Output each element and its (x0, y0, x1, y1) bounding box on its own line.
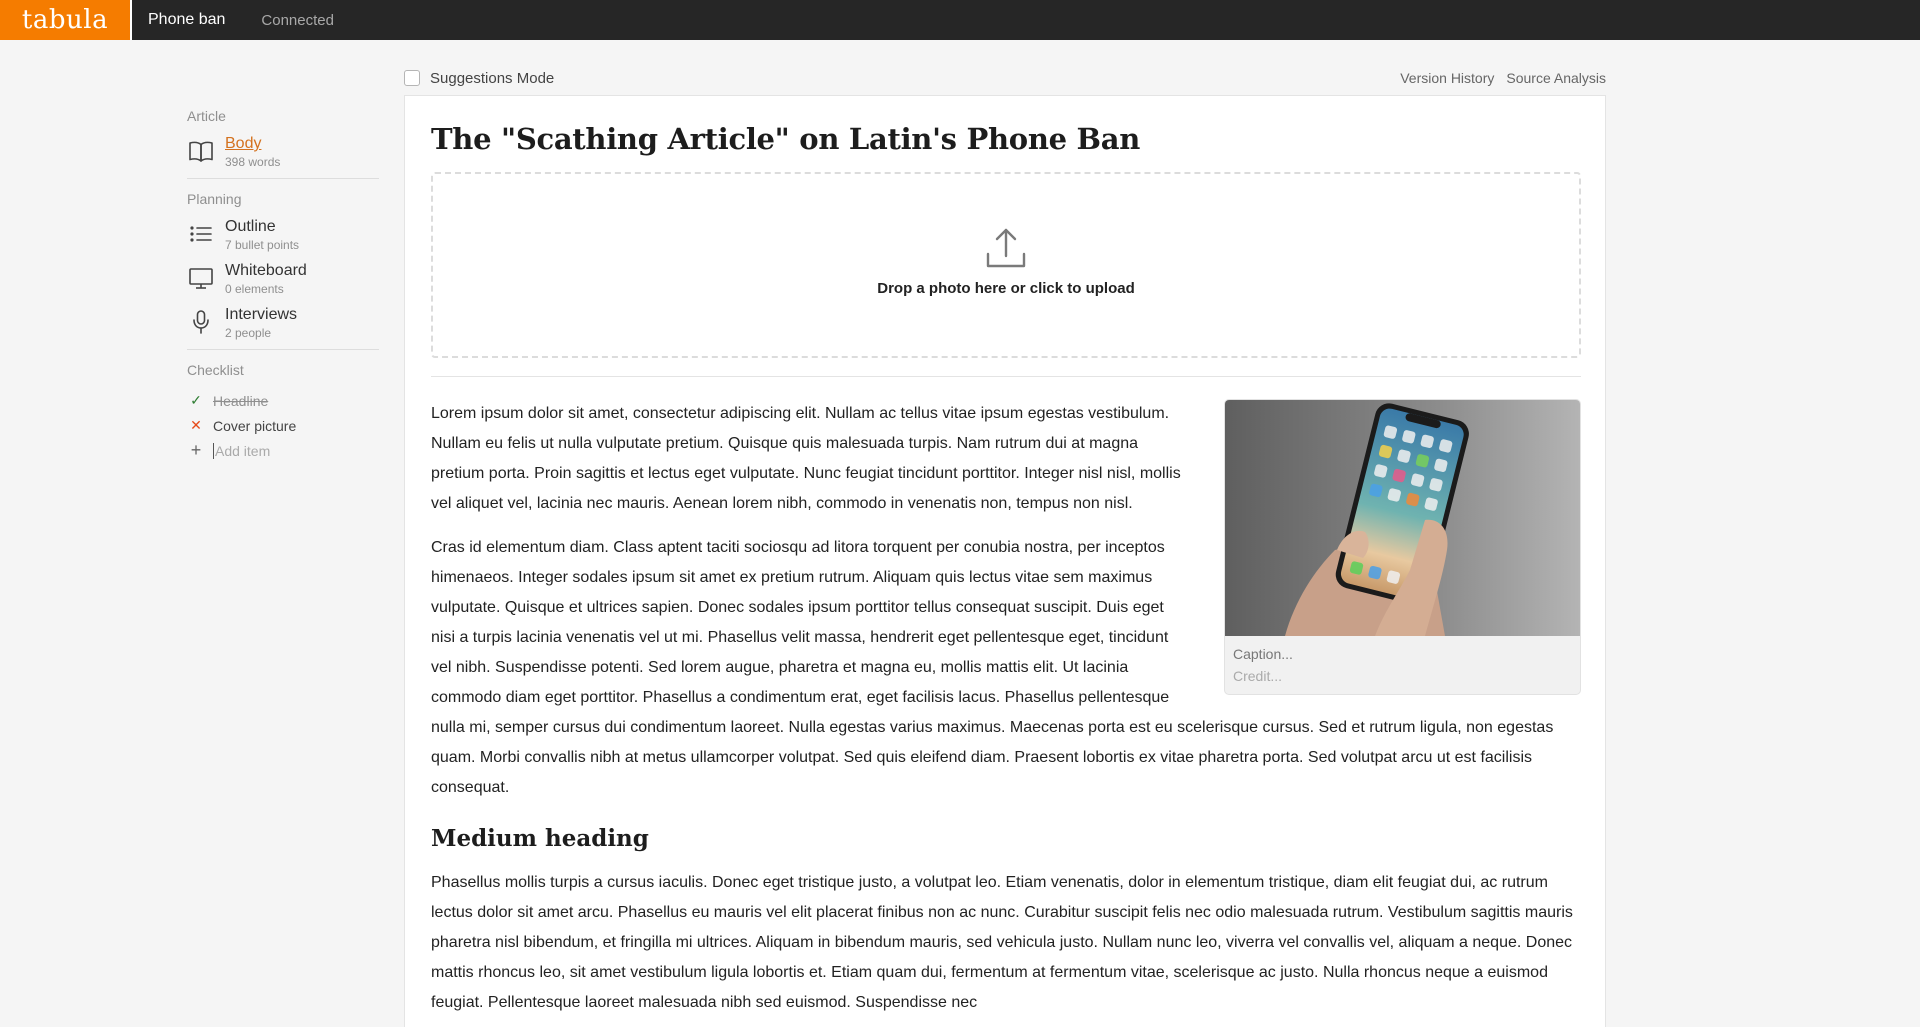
sidebar-item-meta: 398 words (225, 155, 281, 169)
sidebar-item-label: Body (225, 135, 262, 152)
caption-input[interactable]: Caption... (1225, 636, 1580, 662)
article-figure[interactable]: Caption... Credit... (1224, 399, 1581, 695)
sidebar-item-body[interactable]: Body 398 words (187, 134, 379, 170)
divider (187, 349, 379, 350)
app-logo[interactable]: tabula (0, 0, 132, 40)
suggestions-mode-label: Suggestions Mode (430, 69, 555, 87)
book-icon (189, 141, 213, 162)
version-history-link[interactable]: Version History (1400, 70, 1494, 86)
sidebar-item-interviews[interactable]: Interviews 2 people (187, 305, 379, 341)
sidebar-section-planning: Planning (187, 191, 242, 207)
document-name[interactable]: Phone ban (148, 11, 225, 29)
sidebar-item-outline[interactable]: Outline 7 bullet points (187, 217, 379, 253)
sidebar-item-label: Whiteboard (225, 262, 307, 279)
upload-instructions: Drop a photo here or click to upload (877, 279, 1135, 297)
monitor-icon (189, 268, 213, 289)
article-title[interactable]: The "Scathing Article" on Latin's Phone … (431, 122, 1581, 156)
plus-icon[interactable]: + (187, 440, 205, 461)
credit-input[interactable]: Credit... (1225, 662, 1580, 694)
article-body[interactable]: Caption... Credit... Lorem ipsum dolor s… (431, 399, 1581, 1018)
sidebar-section-checklist: Checklist (187, 362, 244, 378)
sidebar-item-meta: 7 bullet points (225, 238, 300, 252)
suggestions-mode-toggle[interactable]: Suggestions Mode (404, 70, 554, 87)
sidebar-item-label: Outline (225, 218, 276, 235)
sidebar-item-label: Interviews (225, 306, 298, 323)
paragraph[interactable]: Phasellus mollis turpis a cursus iaculis… (431, 868, 1581, 1018)
sidebar-section-article: Article (187, 108, 226, 124)
checklist-add-row: + (187, 438, 379, 463)
connection-status: Connected (261, 11, 334, 29)
sidebar-item-meta: 0 elements (225, 282, 284, 296)
divider (431, 376, 1581, 377)
photo-upload-dropzone[interactable]: Drop a photo here or click to upload (431, 172, 1581, 358)
checklist-item-label: Cover picture (213, 417, 297, 434)
checklist-item-label: Headline (213, 392, 269, 409)
section-heading[interactable]: Medium heading (431, 825, 1581, 852)
checklist-item-cover-picture[interactable]: ✕ Cover picture (187, 413, 379, 438)
top-bar: tabula Phone ban Connected (0, 0, 1920, 40)
document-toolbar: Suggestions Mode Version History Source … (404, 66, 1606, 90)
upload-icon (986, 228, 1026, 267)
divider (187, 178, 379, 179)
phone-in-hand-photo[interactable] (1225, 400, 1580, 636)
microphone-icon (193, 310, 209, 334)
cross-icon[interactable]: ✕ (187, 417, 205, 434)
suggestions-mode-checkbox[interactable] (404, 70, 420, 86)
sidebar-item-meta: 2 people (225, 326, 272, 340)
add-item-input[interactable] (213, 442, 353, 459)
sidebar: Article Body 398 words Planning Outline … (187, 108, 379, 463)
checkmark-icon[interactable]: ✓ (187, 392, 205, 409)
sidebar-item-whiteboard[interactable]: Whiteboard 0 elements (187, 261, 379, 297)
source-analysis-link[interactable]: Source Analysis (1506, 70, 1606, 86)
document-editor[interactable]: The "Scathing Article" on Latin's Phone … (404, 95, 1606, 1027)
checklist-item-headline[interactable]: ✓ Headline (187, 388, 379, 413)
list-icon (190, 226, 212, 242)
